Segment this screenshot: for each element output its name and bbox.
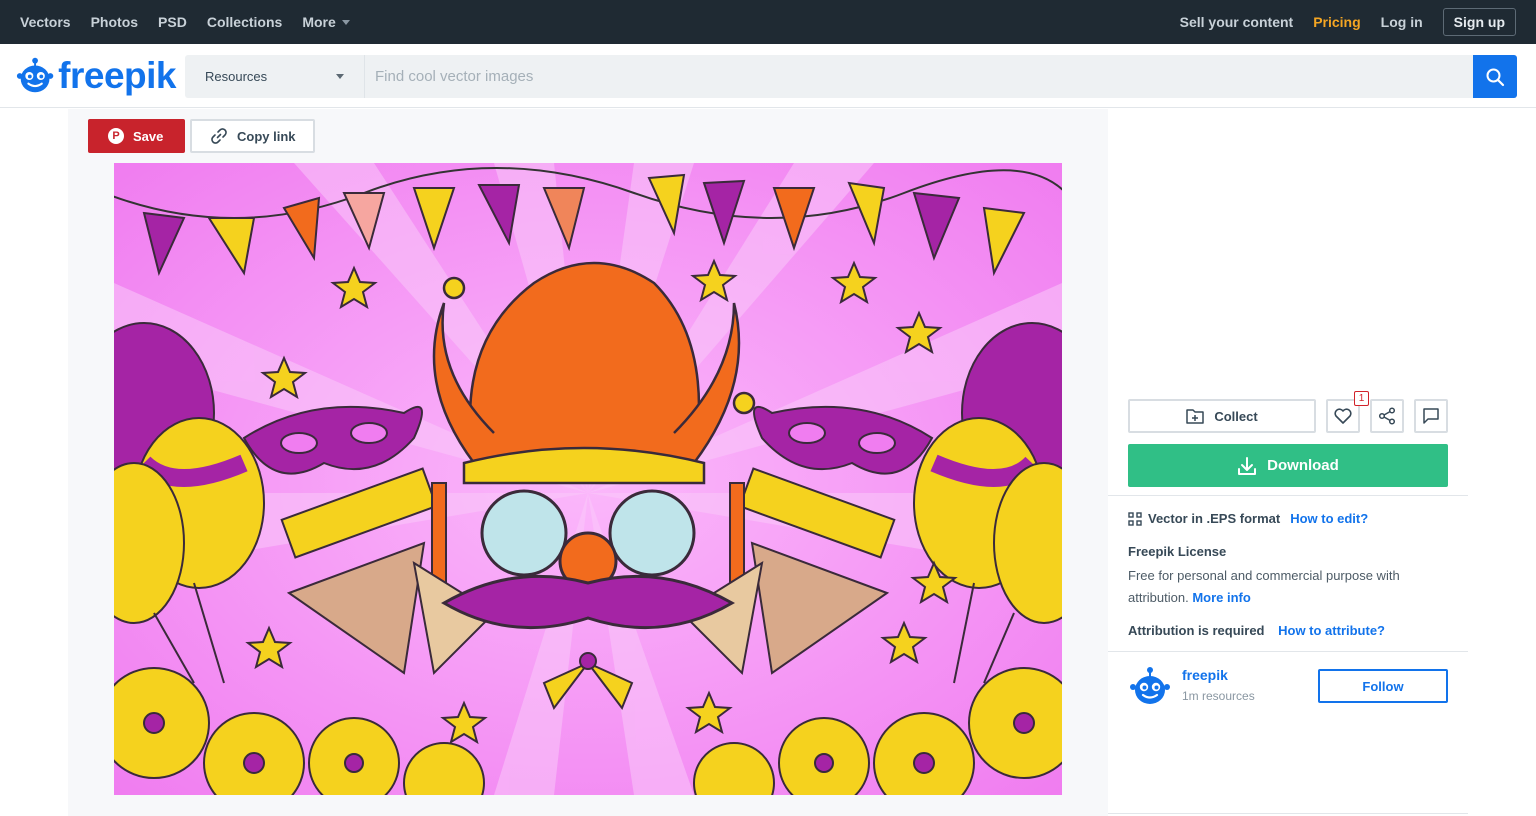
share-button[interactable]: [1370, 399, 1404, 433]
folder-plus-icon: [1186, 409, 1205, 424]
comment-icon: [1423, 408, 1439, 424]
collect-button[interactable]: Collect: [1128, 399, 1316, 433]
resources-dropdown[interactable]: Resources: [185, 55, 365, 98]
author-resource-count: 1m resources: [1182, 689, 1255, 703]
resources-label: Resources: [205, 69, 268, 84]
carnival-illustration: [114, 163, 1062, 795]
freepik-mascot-icon: [16, 57, 54, 93]
nav-collections[interactable]: Collections: [207, 14, 282, 30]
format-label: Vector in .EPS format: [1148, 511, 1281, 526]
link-icon: [211, 128, 227, 144]
copy-link-button[interactable]: Copy link: [190, 119, 315, 153]
download-label: Download: [1267, 457, 1339, 474]
save-label: Save: [133, 128, 164, 144]
search-button[interactable]: [1473, 55, 1517, 98]
chevron-down-icon: [336, 74, 344, 79]
nav-more-dropdown[interactable]: More: [302, 14, 350, 30]
collect-label: Collect: [1214, 408, 1258, 424]
search-bar: Resources: [185, 55, 1517, 98]
header: freepik Resources: [0, 44, 1536, 108]
chevron-down-icon: [341, 19, 350, 25]
more-info-link[interactable]: More info: [1192, 590, 1251, 605]
how-to-edit-link[interactable]: How to edit?: [1290, 511, 1368, 526]
search-icon: [1486, 68, 1505, 86]
how-to-attribute-link[interactable]: How to attribute?: [1278, 623, 1385, 638]
comment-button[interactable]: [1414, 399, 1448, 433]
like-count-badge: 1: [1354, 391, 1369, 406]
author-name-link[interactable]: freepik: [1182, 667, 1228, 683]
nav-vectors[interactable]: Vectors: [20, 14, 71, 30]
sell-content-link[interactable]: Sell your content: [1180, 14, 1294, 30]
heart-icon: [1334, 408, 1352, 424]
nav-more-label: More: [302, 14, 336, 30]
logo-wordmark: freepik: [58, 55, 176, 96]
divider: [1108, 651, 1468, 652]
share-icon: [1378, 407, 1396, 425]
top-navigation-bar: Vectors Photos PSD Collections More Sell…: [0, 0, 1536, 44]
download-button[interactable]: Download: [1128, 444, 1448, 487]
resource-sidebar: Collect Download Vector in .EPS format H…: [1108, 109, 1468, 814]
login-link[interactable]: Log in: [1381, 14, 1423, 30]
copy-link-label: Copy link: [237, 128, 296, 144]
follow-button[interactable]: Follow: [1318, 669, 1448, 703]
preview-area: P Save Copy link: [68, 109, 1108, 816]
author-avatar[interactable]: [1128, 665, 1172, 709]
pinterest-save-button[interactable]: P Save: [88, 119, 185, 153]
vector-preview-image[interactable]: [114, 163, 1062, 795]
freepik-logo[interactable]: freepik: [14, 54, 176, 98]
vector-format-icon: [1128, 511, 1142, 526]
attribution-label: Attribution is required: [1128, 623, 1265, 638]
license-description: Free for personal and commercial purpose…: [1128, 565, 1448, 609]
license-text: Free for personal and commercial purpose…: [1128, 568, 1400, 605]
attribution-info: Attribution is required How to attribute…: [1128, 623, 1385, 638]
top-nav-right: Sell your content Pricing Log in Sign up: [1160, 0, 1516, 44]
file-format-info: Vector in .EPS format How to edit?: [1128, 511, 1368, 526]
nav-photos[interactable]: Photos: [91, 14, 138, 30]
freepik-mascot-icon: [1130, 667, 1170, 704]
top-nav-left: Vectors Photos PSD Collections More: [20, 0, 350, 44]
pricing-link[interactable]: Pricing: [1313, 14, 1360, 30]
signup-button[interactable]: Sign up: [1442, 8, 1516, 36]
license-title: Freepik License: [1128, 544, 1227, 559]
pinterest-icon: P: [108, 128, 124, 144]
download-icon: [1238, 456, 1257, 475]
search-input[interactable]: [365, 55, 1473, 98]
divider: [1108, 495, 1468, 496]
nav-psd[interactable]: PSD: [158, 14, 187, 30]
